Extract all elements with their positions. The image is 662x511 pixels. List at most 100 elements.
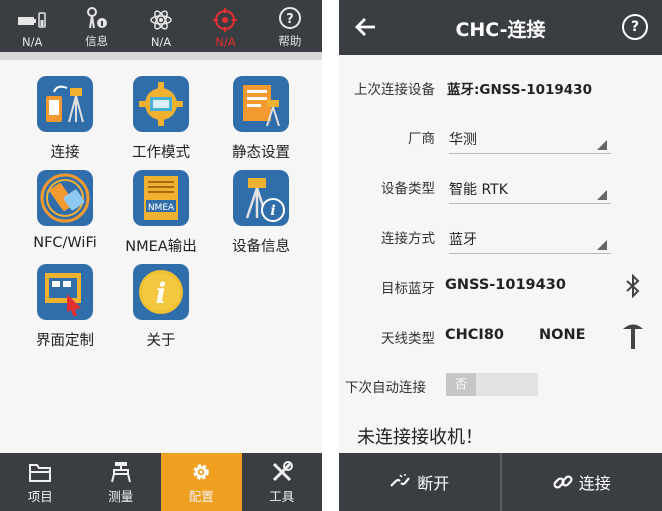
- status-info[interactable]: 信息: [64, 0, 128, 52]
- svg-text:i: i: [156, 277, 167, 310]
- tile-about[interactable]: i 关于: [111, 264, 211, 350]
- vendor-label: 厂商: [408, 131, 435, 147]
- dropdown-arrow-icon: [597, 190, 607, 200]
- antenna-value-2: NONE: [539, 327, 586, 343]
- header: CHC-连接 ?: [339, 0, 662, 55]
- tile-label: NFC/WiFi: [33, 235, 97, 251]
- antenna-icon[interactable]: [622, 322, 644, 354]
- status-label: N/A: [22, 35, 43, 49]
- device-type-row: 设备类型 智能 RTK: [339, 177, 662, 207]
- nmea-output-icon: NMEA: [133, 170, 189, 226]
- toggle-knob: 否: [446, 373, 476, 396]
- dropdown-arrow-icon: [597, 240, 607, 250]
- svg-text:i: i: [270, 203, 275, 219]
- tile-static-settings[interactable]: 静态设置: [211, 76, 311, 162]
- nfc-wifi-icon: [37, 170, 93, 226]
- nav-label: 测量: [108, 488, 134, 504]
- connect-icon: [37, 76, 93, 132]
- vendor-dropdown[interactable]: 华测: [449, 127, 611, 154]
- connect-button[interactable]: 连接: [499, 453, 662, 511]
- conn-method-value: 蓝牙: [449, 232, 477, 248]
- target-bt-label: 目标蓝牙: [381, 281, 435, 297]
- survey-icon: [110, 460, 132, 484]
- help-icon[interactable]: ?: [622, 14, 648, 40]
- tile-label: 界面定制: [36, 333, 94, 349]
- target-bt-row: 目标蓝牙 GNSS-1019430: [339, 273, 662, 307]
- nav-config[interactable]: 配置: [161, 453, 242, 511]
- conn-method-dropdown[interactable]: 蓝牙: [449, 227, 611, 254]
- auto-connect-toggle[interactable]: 否: [446, 373, 538, 396]
- device-type-label: 设备类型: [381, 181, 435, 197]
- status-atom[interactable]: N/A: [129, 0, 193, 52]
- divider: [0, 52, 322, 60]
- bluetooth-icon[interactable]: [625, 273, 641, 302]
- status-label: 帮助: [278, 34, 302, 48]
- ui-customize-icon: [37, 264, 93, 320]
- tile-label: 工作模式: [132, 145, 190, 161]
- link-icon: [553, 472, 573, 492]
- bottom-nav: 项目 测量 配置 工具: [0, 453, 322, 511]
- tile-work-mode[interactable]: 工作模式: [111, 76, 211, 162]
- conn-method-row: 连接方式 蓝牙: [339, 227, 662, 257]
- antenna-row: 天线类型 CHCI80 NONE: [339, 324, 662, 357]
- nav-project[interactable]: 项目: [0, 453, 81, 511]
- connection-status: 未连接接收机！: [357, 427, 483, 448]
- status-label: N/A: [150, 35, 172, 49]
- nav-tools[interactable]: 工具: [242, 453, 323, 511]
- last-device-value: 蓝牙:GNSS-1019430: [447, 82, 592, 98]
- connect-label: 连接: [578, 474, 611, 493]
- auto-connect-label: 下次自动连接: [345, 380, 426, 396]
- svg-text:?: ?: [286, 12, 294, 27]
- vendor-row: 厂商 华测: [339, 127, 662, 157]
- tile-label: 关于: [146, 333, 176, 349]
- tile-label: NMEA输出: [125, 239, 197, 255]
- disconnect-label: 断开: [417, 474, 450, 493]
- nav-label: 项目: [27, 488, 53, 504]
- nav-label: 配置: [188, 488, 214, 504]
- right-panel: CHC-连接 ? 上次连接设备 蓝牙:GNSS-1019430 厂商 华测 设备…: [339, 0, 662, 511]
- tile-device-info[interactable]: i 设备信息: [211, 170, 311, 256]
- status-position[interactable]: N/A: [193, 0, 257, 52]
- antenna-value: CHCI80: [445, 327, 504, 343]
- tile-label: 设备信息: [232, 239, 290, 255]
- tile-label: 静态设置: [232, 145, 290, 161]
- folder-icon: [29, 460, 52, 484]
- tile-connect[interactable]: 连接: [15, 76, 115, 162]
- tools-icon: [271, 460, 293, 484]
- status-receiver[interactable]: N/A: [0, 0, 64, 52]
- tile-label: 连接: [50, 145, 80, 161]
- last-device-row: 上次连接设备 蓝牙:GNSS-1019430: [339, 78, 662, 108]
- target-bt-value: GNSS-1019430: [445, 277, 566, 293]
- conn-method-label: 连接方式: [381, 231, 435, 247]
- status-help[interactable]: ? 帮助: [258, 0, 322, 52]
- last-device-label: 上次连接设备: [354, 82, 435, 98]
- page-title: CHC-连接: [455, 19, 546, 41]
- antenna-label: 天线类型: [381, 331, 435, 347]
- nav-label: 工具: [269, 488, 295, 504]
- tile-nmea-output[interactable]: NMEA NMEA输出: [111, 170, 211, 256]
- tile-nfc-wifi[interactable]: NFC/WiFi: [15, 170, 115, 251]
- work-mode-icon: [133, 76, 189, 132]
- nmea-badge-text: NMEA: [148, 203, 175, 213]
- help-icon: ?: [278, 6, 302, 30]
- vendor-value: 华测: [449, 132, 477, 148]
- action-bar: 断开 连接: [339, 453, 662, 511]
- receiver-battery-icon: [17, 8, 47, 32]
- status-bar: N/A 信息 N/A N/A ? 帮助: [0, 0, 322, 52]
- broken-link-icon: [389, 474, 411, 490]
- left-panel: N/A 信息 N/A N/A ? 帮助 连接 工作模式 静态设置 NFC/WiF…: [0, 0, 322, 511]
- tile-ui-customize[interactable]: 界面定制: [15, 264, 115, 350]
- status-label: N/A: [215, 35, 236, 49]
- satellite-info-icon: [85, 6, 109, 30]
- crosshair-icon: [213, 8, 238, 32]
- device-info-icon: i: [233, 170, 289, 226]
- device-type-dropdown[interactable]: 智能 RTK: [449, 177, 611, 204]
- disconnect-button[interactable]: 断开: [339, 453, 500, 511]
- static-settings-icon: [233, 76, 289, 132]
- nav-survey[interactable]: 测量: [81, 453, 162, 511]
- status-label: 信息: [85, 34, 109, 48]
- atom-icon: [149, 8, 173, 32]
- gear-icon: [190, 460, 212, 484]
- about-icon: i: [133, 264, 189, 320]
- device-type-value: 智能 RTK: [449, 182, 508, 198]
